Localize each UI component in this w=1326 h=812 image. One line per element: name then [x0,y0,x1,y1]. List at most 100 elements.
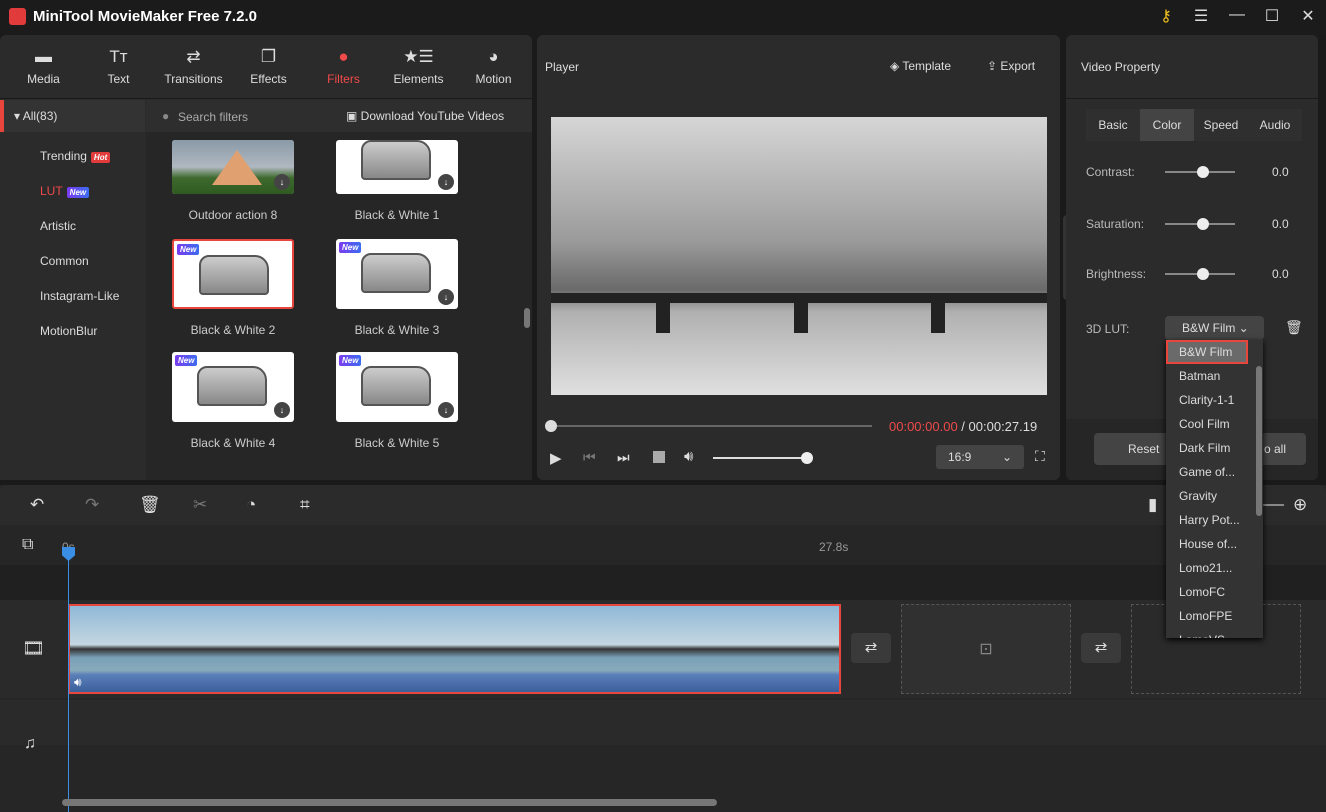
reset-button[interactable]: Reset [1128,442,1159,456]
stop-icon[interactable] [653,451,665,463]
lut-select[interactable]: B&W Film ⌄ [1165,316,1264,340]
maximize-icon[interactable]: ☐ [1260,6,1284,26]
brightness-slider[interactable] [1165,268,1235,280]
filter-card[interactable]: New ↓ Black & White 5 [315,352,479,450]
filter-thumbnail[interactable]: New [172,239,294,309]
previous-frame-icon[interactable]: ⏮ [583,449,596,466]
minimize-icon[interactable]: — [1225,6,1249,24]
volume-handle[interactable] [801,452,813,464]
volume-icon[interactable]: 🔊︎ [684,448,693,465]
clip-volume-icon[interactable]: 🔊︎ [74,675,82,690]
volume-slider[interactable] [713,452,813,464]
filter-card[interactable]: New ↓ Black & White 3 [315,239,479,337]
scissors-icon[interactable]: ✂ [193,495,207,515]
filter-card[interactable]: New Black & White 2 [151,239,315,337]
property-tab-speed[interactable]: Speed [1194,109,1248,141]
apply-to-all-button[interactable]: o all [1264,442,1286,456]
slider-handle[interactable] [1197,268,1209,280]
add-track-icon[interactable]: ⧉ [22,536,33,554]
lut-option[interactable]: House of... [1166,532,1263,556]
download-icon[interactable]: ↓ [438,174,454,190]
video-clip[interactable]: 🔊︎ [68,604,841,694]
download-youtube-button[interactable]: ▣ Download YouTube Videos [346,109,504,123]
seek-handle[interactable] [545,420,557,432]
aspect-ratio-select[interactable]: 16:9 ⌄ [936,445,1024,469]
filter-card[interactable]: ↓ Black & White 1 [315,140,479,222]
tab-text[interactable]: Tт Text [81,35,156,98]
lut-option[interactable]: Clarity-1-1 [1166,388,1263,412]
filter-thumbnail[interactable]: ↓ [172,140,294,194]
property-tab-color[interactable]: Color [1140,109,1194,141]
fullscreen-icon[interactable]: ⛶ [1035,448,1045,465]
dropdown-scrollbar[interactable] [1256,366,1262,516]
category-common[interactable]: Common [40,254,89,268]
lut-option[interactable]: Dark Film [1166,436,1263,460]
drop-slot[interactable]: ⊡ [901,604,1071,694]
search-input[interactable]: Search filters [178,110,248,124]
tab-filters[interactable]: ● Filters [306,35,381,98]
close-icon[interactable]: ✕ [1296,6,1320,26]
trash-icon[interactable]: 🗑︎ [1285,319,1303,336]
lut-option[interactable]: Lomo21... [1166,556,1263,580]
filter-thumbnail[interactable]: New ↓ [336,239,458,309]
next-frame-icon[interactable]: ⏭ [617,449,630,466]
lut-option[interactable]: B&W Film [1166,340,1248,364]
menu-icon[interactable]: ☰ [1189,6,1213,26]
download-label: Download YouTube Videos [360,109,505,123]
download-icon[interactable]: ↓ [274,402,290,418]
property-tab-audio[interactable]: Audio [1248,109,1302,141]
lut-option[interactable]: Batman [1166,364,1263,388]
tab-motion[interactable]: ◕ Motion [456,35,531,98]
category-artistic[interactable]: Artistic [40,219,76,233]
lut-option[interactable]: Harry Pot... [1166,508,1263,532]
download-icon[interactable]: ↓ [274,174,290,190]
lut-option[interactable]: LomoVS [1166,628,1263,638]
template-button[interactable]: ◈ Template [890,59,951,73]
tab-effects[interactable]: ❐ Effects [231,35,306,98]
category-motionblur[interactable]: MotionBlur [40,324,97,338]
tab-transitions[interactable]: ⇄ Transitions [156,35,231,98]
transition-slot-icon[interactable]: ⇄ [851,633,891,663]
category-all[interactable]: ▾ All(83) [0,100,145,132]
speed-icon[interactable]: ◔ [246,495,256,515]
key-icon[interactable]: ⚷ [1154,6,1178,26]
category-trending[interactable]: Trending Hot [40,149,111,163]
lut-option[interactable]: LomoFPE [1166,604,1263,628]
redo-icon[interactable]: ↷ [85,495,99,515]
contrast-slider[interactable] [1165,166,1235,178]
filter-thumbnail[interactable]: ↓ [336,140,458,194]
horizontal-scrollbar[interactable] [62,799,717,806]
tab-media[interactable]: ▬ Media [6,35,81,98]
category-instagram-like[interactable]: Instagram-Like [40,289,119,303]
fit-icon[interactable]: ▮ [1148,495,1157,515]
playhead-handle[interactable] [62,547,75,561]
tab-elements[interactable]: ★☰ Elements [381,35,456,98]
play-icon[interactable]: ▶ [550,449,562,467]
seek-bar[interactable] [545,420,872,432]
filter-card[interactable]: ↓ Outdoor action 8 [151,140,315,222]
filter-thumbnail[interactable]: New ↓ [172,352,294,422]
slider-value: 0.0 [1272,217,1289,231]
zoom-slider[interactable] [1262,504,1284,506]
lut-option[interactable]: Game of... [1166,460,1263,484]
undo-icon[interactable]: ↶ [30,495,44,515]
slider-handle[interactable] [1197,166,1209,178]
delete-icon[interactable]: 🗑︎ [139,495,161,515]
download-icon[interactable]: ↓ [438,402,454,418]
filter-card[interactable]: New ↓ Black & White 4 [151,352,315,450]
export-button[interactable]: ⇪ Export [987,59,1035,73]
property-tab-basic[interactable]: Basic [1086,109,1140,141]
saturation-slider[interactable] [1165,218,1235,230]
crop-icon[interactable]: ⌗ [300,495,310,515]
lut-option[interactable]: Gravity [1166,484,1263,508]
zoom-in-icon[interactable]: ⊕ [1293,495,1307,515]
playhead[interactable] [62,547,75,812]
filter-thumbnail[interactable]: New ↓ [336,352,458,422]
lut-option[interactable]: LomoFC [1166,580,1263,604]
download-icon[interactable]: ↓ [438,289,454,305]
slider-handle[interactable] [1197,218,1209,230]
transition-slot-icon-2[interactable]: ⇄ [1081,633,1121,663]
scrollbar[interactable] [524,308,530,328]
lut-option[interactable]: Cool Film [1166,412,1263,436]
category-lut[interactable]: LUT New [40,184,90,198]
